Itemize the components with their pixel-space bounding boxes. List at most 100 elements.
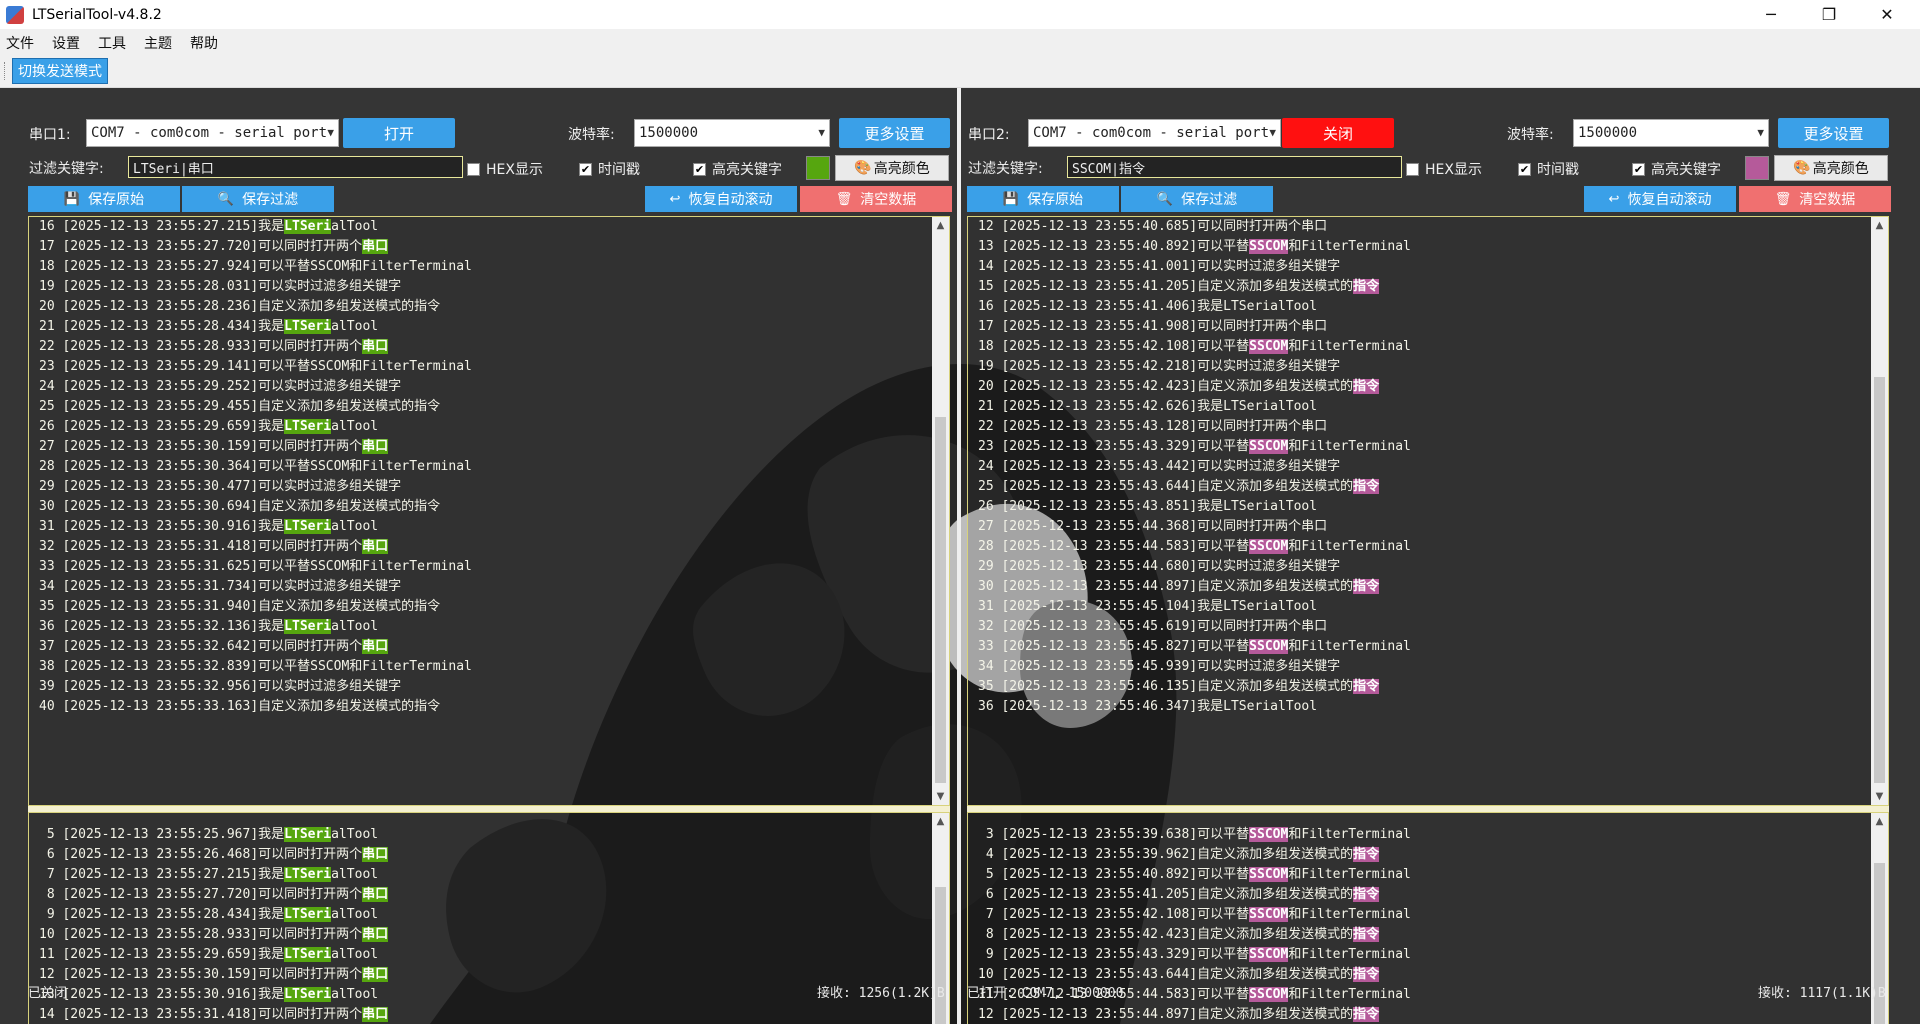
log-text: 我是 (258, 947, 285, 962)
minimize-button[interactable]: ─ (1742, 0, 1800, 29)
right-filter-label: 过滤关键字: (968, 161, 1043, 177)
log-text: 我是LTSerialTool (1197, 399, 1318, 414)
log-line: 14 [2025-12-13 23:55:31.418]可以同时打开两个串口 (29, 1005, 949, 1024)
left-save-filter-button[interactable]: 🔍 保存过滤 (182, 186, 334, 212)
highlighted-keyword: 串口 (362, 239, 389, 254)
log-text: 自定义添加多组发送模式的 (1197, 279, 1354, 294)
highlighted-keyword: 串口 (362, 887, 389, 902)
log-line-prefix: 21 [2025-12-13 23:55:28.434] (39, 319, 259, 334)
scroll-up-icon[interactable]: ▲ (932, 813, 949, 830)
scroll-up-icon[interactable]: ▲ (932, 217, 949, 234)
menu-help[interactable]: 帮助 (190, 33, 218, 53)
log-line-prefix: 18 [2025-12-13 23:55:42.108] (978, 339, 1198, 354)
left-save-raw-button[interactable]: 💾 保存原始 (28, 186, 180, 212)
close-window-button[interactable]: ✕ (1858, 0, 1916, 29)
right-close-port-button[interactable]: 关闭 (1282, 118, 1394, 148)
scroll-down-icon[interactable]: ▼ (932, 788, 949, 805)
right-raw-log[interactable]: 12 [2025-12-13 23:55:40.685]可以同时打开两个串口 13… (967, 216, 1889, 806)
right-restore-scroll-button[interactable]: ↩ 恢复自动滚动 (1584, 186, 1736, 212)
log-line: 9 [2025-12-13 23:55:43.329]可以平替SSCOM和Fil… (968, 945, 1888, 965)
right-highlight-color-button[interactable]: 🎨 高亮颜色 (1774, 155, 1888, 181)
left-highlight-color-button[interactable]: 🎨 高亮颜色 (835, 155, 949, 181)
log-line: 8 [2025-12-13 23:55:27.720]可以同时打开两个串口 (29, 885, 949, 905)
log-text: 我是LTSerialTool (1197, 299, 1318, 314)
right-highlight-checkbox[interactable]: ✔ 高亮关键字 (1632, 159, 1721, 179)
menu-tools[interactable]: 工具 (98, 33, 126, 53)
right-port-select[interactable]: COM7 - com0com - serial port ▼ (1028, 119, 1281, 147)
log-line-prefix: 13 [2025-12-13 23:55:30.916] (39, 987, 259, 1002)
switch-send-mode-button[interactable]: 切换发送模式 (12, 58, 108, 84)
scroll-up-icon[interactable]: ▲ (1871, 813, 1888, 830)
right-restore-scroll-label: 恢复自动滚动 (1627, 192, 1712, 208)
right-filter-input[interactable]: SSCOM|指令 (1067, 156, 1402, 178)
left-hex-checkbox[interactable]: HEX显示 (467, 159, 543, 179)
right-more-settings-button[interactable]: 更多设置 (1778, 118, 1889, 148)
log-line-prefix: 25 [2025-12-13 23:55:29.455] (39, 399, 259, 414)
checkbox-icon (1406, 162, 1419, 176)
left-open-button[interactable]: 打开 (343, 118, 455, 148)
log-text: 和FilterTerminal (1288, 987, 1411, 1002)
log-line-prefix: 35 [2025-12-13 23:55:46.135] (978, 679, 1198, 694)
log-text: 可以同时打开两个 (258, 439, 363, 454)
toolbar-grip[interactable] (4, 62, 7, 80)
right-clear-data-button[interactable]: 🗑 清空数据 (1739, 186, 1891, 212)
left-port-select[interactable]: COM7 - com0com - serial port ▼ (86, 119, 339, 147)
log-line: 12 [2025-12-13 23:55:40.685]可以同时打开两个串口 (968, 217, 1888, 237)
right-timestamp-checkbox[interactable]: ✔ 时间戳 (1518, 159, 1579, 179)
log-line: 6 [2025-12-13 23:55:26.468]可以同时打开两个串口 (29, 845, 949, 865)
scroll-down-icon[interactable]: ▼ (1871, 788, 1888, 805)
left-filter-input[interactable]: LTSeri|串口 (128, 156, 463, 178)
log-text: 自定义添加多组发送模式的 (1197, 579, 1354, 594)
scroll-up-icon[interactable]: ▲ (1871, 217, 1888, 234)
menu-theme[interactable]: 主题 (144, 33, 172, 53)
left-clear-data-button[interactable]: 🗑 清空数据 (800, 186, 952, 212)
left-timestamp-checkbox[interactable]: ✔ 时间戳 (579, 159, 640, 179)
log-text: 我是 (258, 219, 285, 234)
log-text: 我是 (258, 319, 285, 334)
log-line-prefix: 33 [2025-12-13 23:55:31.625] (39, 559, 259, 574)
log-text: 和FilterTerminal (1288, 339, 1411, 354)
right-highlight-swatch[interactable] (1745, 156, 1769, 180)
log-line-prefix: 34 [2025-12-13 23:55:45.939] (978, 659, 1198, 674)
log-text: 自定义添加多组发送模式的 (1197, 887, 1354, 902)
log-text: alTool (331, 219, 379, 234)
left-baud-select[interactable]: 1500000 ▼ (634, 119, 830, 147)
log-line: 4 [2025-12-13 23:55:39.962]自定义添加多组发送模式的指… (968, 845, 1888, 865)
log-line: 28 [2025-12-13 23:55:30.364]可以平替SSCOM和Fi… (29, 457, 949, 477)
right-raw-scrollbar[interactable]: ▲ ▼ (1871, 217, 1888, 805)
right-hex-checkbox[interactable]: HEX显示 (1406, 159, 1482, 179)
scrollbar-thumb[interactable] (935, 417, 946, 783)
left-more-settings-button[interactable]: 更多设置 (839, 118, 950, 148)
checkmark-icon: ✔ (579, 162, 592, 176)
left-highlight-checkbox[interactable]: ✔ 高亮关键字 (693, 159, 782, 179)
log-text: 可以平替SSCOM和FilterTerminal (258, 459, 472, 474)
log-line: 35 [2025-12-13 23:55:31.940]自定义添加多组发送模式的… (29, 597, 949, 617)
left-raw-scrollbar[interactable]: ▲ ▼ (932, 217, 949, 805)
log-line: 30 [2025-12-13 23:55:30.694]自定义添加多组发送模式的… (29, 497, 949, 517)
scrollbar-thumb[interactable] (1874, 377, 1885, 783)
right-clear-data-label: 清空数据 (1799, 192, 1856, 208)
log-line: 5 [2025-12-13 23:55:25.967]我是LTSerialToo… (29, 825, 949, 845)
log-text: alTool (331, 907, 379, 922)
left-filtered-log[interactable]: 5 [2025-12-13 23:55:25.967]我是LTSerialToo… (28, 812, 950, 1024)
log-text: 我是LTSerialTool (1197, 599, 1318, 614)
left-raw-log[interactable]: 16 [2025-12-13 23:55:27.215]我是LTSerialTo… (28, 216, 950, 806)
menu-settings[interactable]: 设置 (52, 33, 80, 53)
left-timestamp-label: 时间戳 (598, 162, 640, 178)
log-text: 可以同时打开两个串口 (1197, 219, 1328, 234)
right-raw-log-lines: 12 [2025-12-13 23:55:40.685]可以同时打开两个串口 13… (968, 217, 1888, 717)
log-line: 33 [2025-12-13 23:55:45.827]可以平替SSCOM和Fi… (968, 637, 1888, 657)
menu-file[interactable]: 文件 (6, 33, 34, 53)
right-save-filter-button[interactable]: 🔍 保存过滤 (1121, 186, 1273, 212)
toolbar: 切换发送模式 (0, 56, 1920, 88)
log-line: 19 [2025-12-13 23:55:28.031]可以实时过滤多组关键字 (29, 277, 949, 297)
maximize-button[interactable]: ❐ (1800, 0, 1858, 29)
left-restore-scroll-button[interactable]: ↩ 恢复自动滚动 (645, 186, 797, 212)
left-highlight-swatch[interactable] (806, 156, 830, 180)
right-baud-select[interactable]: 1500000 ▼ (1573, 119, 1769, 147)
log-text: 自定义添加多组发送模式的 (1197, 679, 1354, 694)
scrollbar-thumb[interactable] (935, 887, 946, 1024)
log-line: 17 [2025-12-13 23:55:41.908]可以同时打开两个串口 (968, 317, 1888, 337)
highlighted-keyword: SSCOM (1249, 539, 1289, 554)
right-save-raw-button[interactable]: 💾 保存原始 (967, 186, 1119, 212)
